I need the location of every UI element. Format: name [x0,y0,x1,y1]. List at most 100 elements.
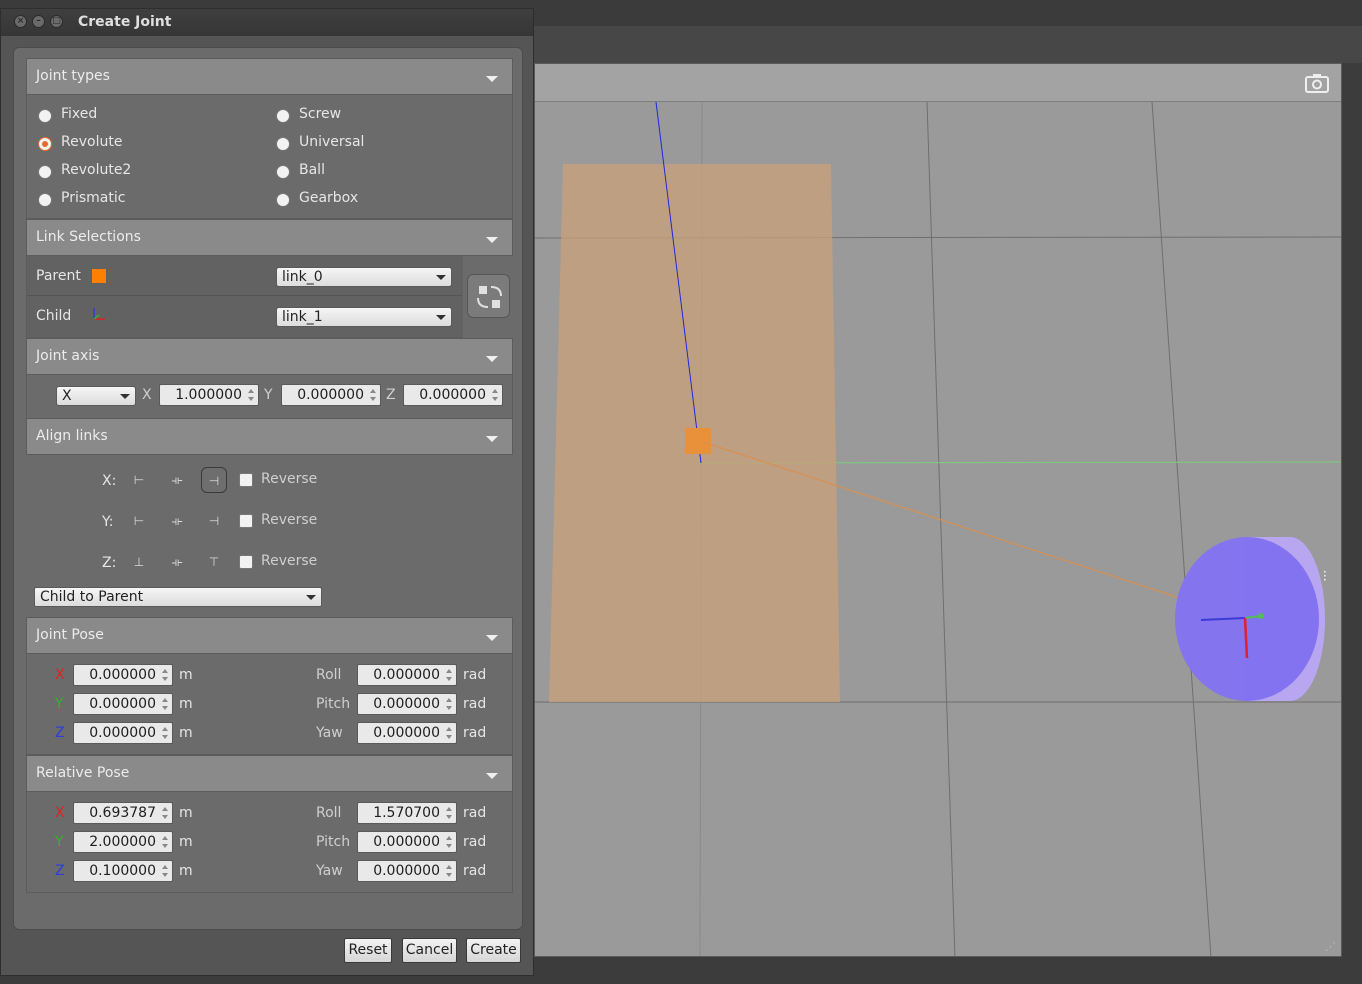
joint-pose-z-value: 0.000000 [89,725,156,741]
camera-icon[interactable] [1305,73,1329,93]
relative-pose-x-label: X [55,805,65,821]
radio-revolute2[interactable] [38,165,52,179]
joint-pose-yaw-label: Yaw [316,725,343,741]
unit-label: m [179,805,193,821]
relative-pose-z-value: 0.100000 [89,863,156,879]
axis-x-input[interactable]: 1.000000 [159,384,259,406]
minimize-icon[interactable]: – [32,15,45,28]
align-x-reverse-checkbox[interactable] [239,473,253,487]
viewport-toolbar [535,64,1341,102]
radio-prismatic[interactable] [38,193,52,207]
section-relative-pose[interactable]: Relative Pose [26,755,513,792]
dialog-titlebar[interactable]: × – □ Create Joint [1,9,533,36]
radio-label-universal: Universal [299,134,365,150]
radio-ball[interactable] [276,165,290,179]
joint-marker [685,428,711,454]
section-joint-pose[interactable]: Joint Pose [26,617,513,654]
axis-y-input[interactable]: 0.000000 [281,384,381,406]
align-y-reverse-label: Reverse [261,512,318,528]
radio-universal[interactable] [276,137,290,151]
relative-pose-roll-label: Roll [316,805,342,821]
joint-pose-z-input[interactable]: 0.000000 [73,722,173,744]
axis-y-value: 0.000000 [297,387,364,403]
joint-axis-body: X X 1.000000 Y 0.000000 Z 0.000000 [26,375,513,419]
relative-pose-y-label: Y [55,834,64,850]
joint-pose-pitch-input[interactable]: 0.000000 [357,693,457,715]
dialog-title: Create Joint [78,14,172,30]
swap-icon [477,286,502,308]
joint-pose-y-input[interactable]: 0.000000 [73,693,173,715]
child-label: Child [36,308,72,324]
relative-pose-z-input[interactable]: 0.100000 [73,860,173,882]
unit-label: m [179,863,193,879]
section-title: Joint axis [36,348,100,364]
parent-link-select[interactable]: link_0 [276,267,452,287]
collapse-arrow-icon [486,76,498,82]
joint-pose-z-label: Z [55,725,65,741]
reset-button[interactable]: Reset [344,938,392,963]
joint-pose-x-input[interactable]: 0.000000 [73,664,173,686]
grid-line [1151,102,1212,956]
align-y-reverse-checkbox[interactable] [239,514,253,528]
relative-pose-roll-value: 1.570700 [373,805,440,821]
joint-pose-yaw-input[interactable]: 0.000000 [357,722,457,744]
section-joint-types[interactable]: Joint types [26,58,513,95]
align-x-label: X: [102,473,117,489]
relative-pose-yaw-input[interactable]: 0.000000 [357,860,457,882]
align-z-label: Z: [102,555,117,571]
render-viewport[interactable]: · · · ⋰ [534,63,1342,957]
align-x-max-icon[interactable]: ⊣ [201,467,227,493]
align-x-center-icon[interactable]: ⟛ [164,467,190,493]
section-joint-axis[interactable]: Joint axis [26,338,513,375]
parent-row: Parent link_0 [27,256,462,296]
child-link-select[interactable]: link_1 [276,307,452,327]
align-z-center-icon[interactable]: ⟛ [164,549,190,575]
align-y-min-icon[interactable]: ⊢ [126,508,152,534]
swap-links-button[interactable] [467,274,510,318]
panel-splitter[interactable]: · · · [1323,566,1329,586]
align-z-reverse-checkbox[interactable] [239,555,253,569]
radio-screw[interactable] [276,109,290,123]
radio-label-revolute2: Revolute2 [61,162,132,178]
align-y-label: Y: [102,514,114,530]
close-icon[interactable]: × [14,15,27,28]
relative-pose-x-input[interactable]: 0.693787 [73,802,173,824]
cancel-button[interactable]: Cancel [402,938,457,963]
parent-link-value: link_0 [282,269,323,285]
relative-pose-roll-input[interactable]: 1.570700 [357,802,457,824]
align-x-min-icon[interactable]: ⊢ [126,467,152,493]
resize-grip-icon[interactable]: ⋰ [1325,940,1337,953]
align-z-min-icon[interactable]: ⊥ [126,549,152,575]
align-z-max-icon[interactable]: ⊤ [201,549,227,575]
dialog-content-panel: Joint types Fixed Revolute Revolute2 Pri… [13,47,523,930]
joint-pose-roll-input[interactable]: 0.000000 [357,664,457,686]
section-align-links[interactable]: Align links [26,418,513,455]
radio-revolute[interactable] [38,137,52,151]
section-link-selections[interactable]: Link Selections [26,219,513,256]
axis-select[interactable]: X [56,386,136,406]
axis-y-label: Y [264,387,273,403]
unit-label: rad [463,696,487,712]
axis-z-value: 0.000000 [419,387,486,403]
radio-gearbox[interactable] [276,193,290,207]
relative-pose-y-input[interactable]: 2.000000 [73,831,173,853]
swap-area [463,256,514,338]
section-title: Relative Pose [36,765,130,781]
grid-line [926,102,956,956]
relative-pose-pitch-label: Pitch [316,834,351,850]
unit-label: rad [463,667,487,683]
align-y-max-icon[interactable]: ⊣ [201,508,227,534]
relative-pose-pitch-input[interactable]: 0.000000 [357,831,457,853]
3d-scene[interactable] [535,102,1342,957]
radio-fixed[interactable] [38,109,52,123]
align-y-center-icon[interactable]: ⟛ [164,508,190,534]
create-button[interactable]: Create [466,938,521,963]
axis-z-input[interactable]: 0.000000 [403,384,503,406]
unit-label: rad [463,805,487,821]
collapse-arrow-icon [486,356,498,362]
joint-pose-y-value: 0.000000 [89,696,156,712]
radio-label-ball: Ball [299,162,325,178]
align-mode-select[interactable]: Child to Parent [34,587,322,607]
unit-label: m [179,667,193,683]
maximize-icon[interactable]: □ [50,15,63,28]
